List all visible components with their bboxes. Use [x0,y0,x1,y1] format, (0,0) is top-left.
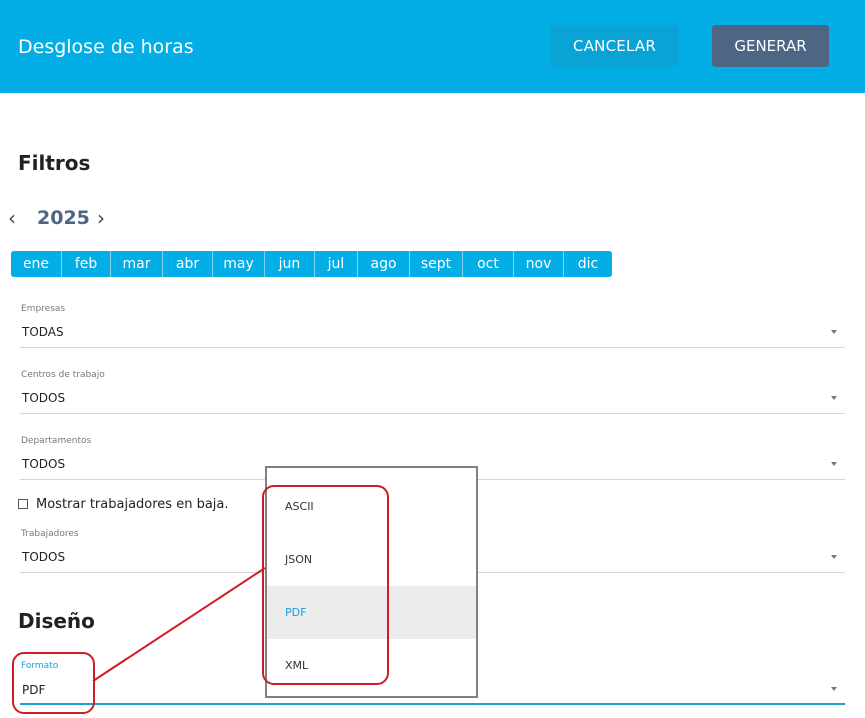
annotation-highlight-options [262,485,389,685]
annotation-overlay [92,567,266,682]
annotation-highlight-format [12,652,95,714]
annotation-connector-line [92,567,266,682]
